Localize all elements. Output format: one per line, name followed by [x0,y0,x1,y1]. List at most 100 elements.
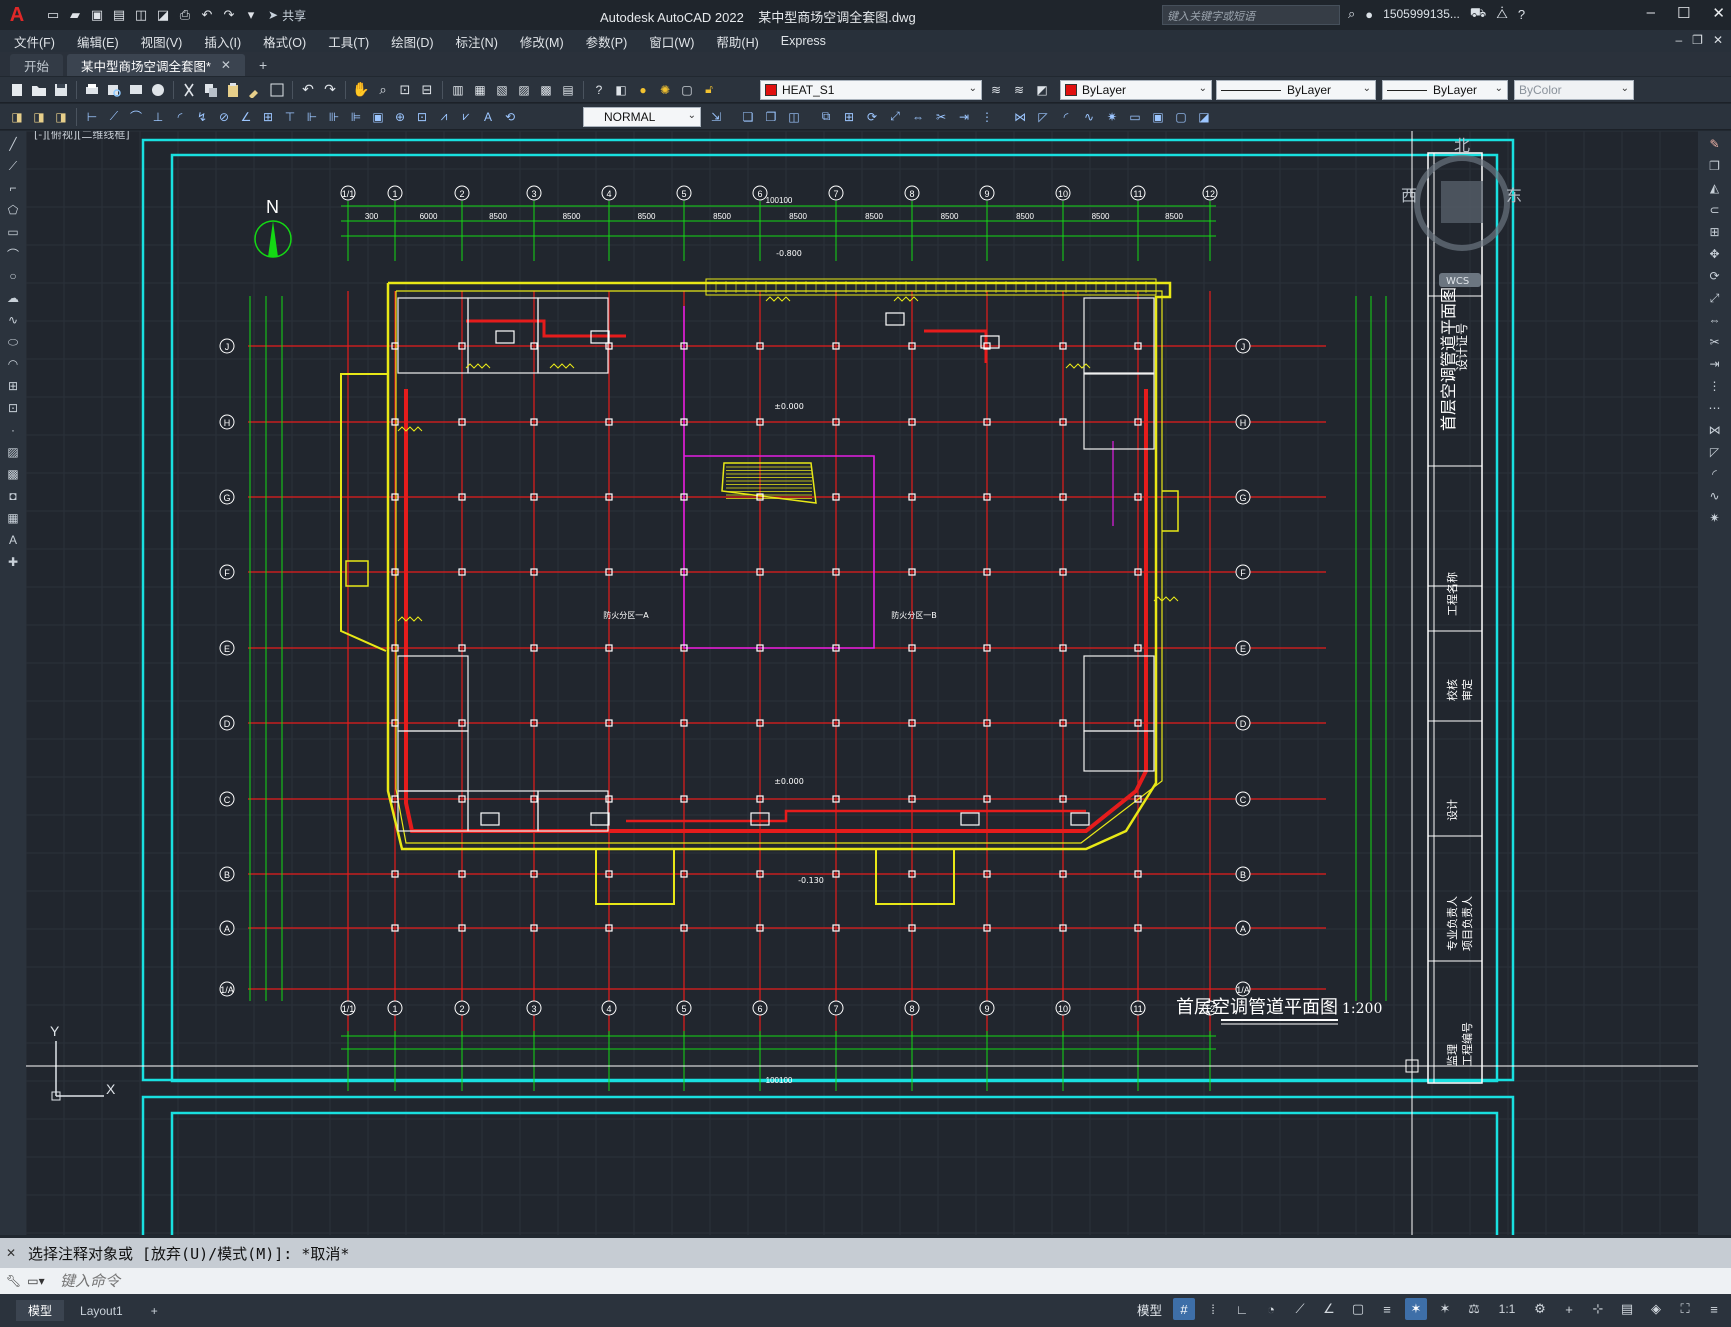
doc-close-button[interactable]: ✕ [1713,33,1723,47]
move-icon[interactable]: ❏ [739,108,757,126]
offset-icon[interactable]: ⧉ [817,108,835,126]
zoom-window-icon[interactable]: ⊡ [396,81,414,99]
make-current-layer-icon[interactable]: ≋ [987,81,1005,99]
mirror-side-icon[interactable]: ◭ [1706,179,1724,197]
menu-view[interactable]: 视图(V) [141,32,183,51]
diameter-dimension-icon[interactable]: ⊘ [215,108,233,126]
menu-parametric[interactable]: 参数(P) [586,32,628,51]
pan-icon[interactable]: ✋ [352,81,370,99]
search-icon[interactable]: ⌕ [1348,6,1355,22]
blend-icon[interactable]: ∿ [1080,108,1098,126]
tool-palettes-icon[interactable]: ▧ [493,81,511,99]
extend-icon[interactable]: ⇥ [955,108,973,126]
circle-icon[interactable]: ○ [4,267,22,285]
calculator-icon[interactable]: ▤ [559,81,577,99]
offset-side-icon[interactable]: ⊂ [1706,201,1724,219]
share-button[interactable]: ➤ 共享 [268,7,306,24]
revision-cloud-icon[interactable]: ☁ [4,289,22,307]
doc-minimize-button[interactable]: – [1675,33,1682,47]
jogged-linear-icon[interactable]: ⩘ [435,108,453,126]
menu-edit[interactable]: 编辑(E) [77,32,119,51]
help-toolbar-icon[interactable]: ? [590,81,608,99]
workspace-gear-icon[interactable]: ⚙ [1529,1298,1551,1320]
layer-states-manager-icon[interactable]: ◨ [8,108,26,126]
continue-dimension-icon[interactable]: ⊩ [303,108,321,126]
mirror-icon[interactable]: ◫ [785,108,803,126]
move-side-icon[interactable]: ✥ [1706,245,1724,263]
save-as-icon[interactable]: ▤ [110,6,128,24]
maximize-button[interactable]: ☐ [1677,4,1690,22]
save-drawing-icon[interactable] [52,81,70,99]
dimension-space-icon[interactable]: ⊪ [325,108,343,126]
customize-qat-icon[interactable]: ▾ [242,6,260,24]
linear-dimension-icon[interactable]: ⊢ [83,108,101,126]
dimension-update-icon[interactable]: ⟲ [501,108,519,126]
tab-model[interactable]: 模型 [16,1300,65,1321]
break-icon[interactable]: ⋮ [978,108,996,126]
rotate-side-icon[interactable]: ⟳ [1706,267,1724,285]
cart-icon[interactable]: ⛟ [1470,5,1486,23]
text-edit-icon[interactable]: ◪ [1195,108,1213,126]
isodraft-icon[interactable]: ⟋ [1289,1298,1311,1320]
layer-isolate-icon[interactable]: ◨ [52,108,70,126]
explode-side-icon[interactable]: ✷ [1706,509,1724,527]
close-tab-icon[interactable]: ✕ [221,58,231,72]
model-space-button[interactable]: 模型 [1137,1300,1162,1319]
zoom-previous-icon[interactable]: ⊟ [418,81,436,99]
array-side-icon[interactable]: ⊞ [1706,223,1724,241]
line-icon[interactable]: ╱ [4,135,22,153]
layer-states-icon[interactable]: ◩ [1033,81,1051,99]
user-name[interactable]: 1505999135... [1383,7,1460,21]
3d-print-icon[interactable] [149,81,167,99]
layer-on-icon[interactable]: ● [634,81,652,99]
plot-toolbar-icon[interactable] [83,81,101,99]
extend-side-icon[interactable]: ⇥ [1706,355,1724,373]
doc-restore-button[interactable]: ❐ [1692,33,1703,47]
redo-toolbar-icon[interactable]: ↷ [321,81,339,99]
color-dropdown[interactable]: ByLayer ⌄ [1060,80,1212,100]
drawing-area[interactable]: 首层空调管道平面图 设计证号 专业负责人 审定 校核 设计 工程名称 项目负责人… [26,131,1698,1235]
scale-icon[interactable]: ⤢ [886,108,904,126]
layer-viewport-icon[interactable]: ▢ [678,81,696,99]
polygon-icon[interactable]: ⬠ [4,201,22,219]
multiline-text-icon[interactable]: A [4,531,22,549]
dimstyle-dropdown[interactable]: NORMAL ⌄ [583,107,701,127]
new-drawing-icon[interactable] [8,81,26,99]
viewcube-east-label[interactable]: 东 [1506,186,1522,205]
customize-icon[interactable]: 🔧︎ [6,1274,21,1288]
plot-icon[interactable]: ⎙ [176,6,194,24]
new-icon[interactable]: ▭ [44,6,62,24]
explode-icon[interactable]: ✷ [1103,108,1121,126]
tab-layout1[interactable]: Layout1 [68,1302,135,1320]
trim-icon[interactable]: ✂ [932,108,950,126]
menu-draw[interactable]: 绘图(D) [391,32,433,51]
help-search-input[interactable]: 键入关键字或短语 [1162,5,1340,25]
plot-preview-icon[interactable] [105,81,123,99]
menu-insert[interactable]: 插入(I) [204,32,241,51]
join-icon[interactable]: ⋈ [1011,108,1029,126]
paste-icon[interactable] [224,81,242,99]
new-tab-button[interactable]: + [249,54,277,76]
match-properties-icon[interactable] [246,81,264,99]
cut-icon[interactable] [180,81,198,99]
copy-object-icon[interactable]: ❐ [762,108,780,126]
polar-icon[interactable]: ◔ [1260,1298,1282,1320]
object-snap-tracking-icon[interactable]: ∠ [1318,1298,1340,1320]
polyline-icon[interactable]: ⌐ [4,179,22,197]
center-mark-icon[interactable]: ⊕ [391,108,409,126]
join-side-icon[interactable]: ⋈ [1706,421,1724,439]
close-button[interactable]: ✕ [1712,4,1725,22]
layer-lock-icon[interactable]: 🔓︎ [700,81,718,99]
aligned-dimension-icon[interactable]: ⟋ [105,108,123,126]
annotation-scale-icon[interactable]: ⚖ [1463,1298,1485,1320]
help-icon[interactable]: ? [1518,7,1525,22]
dimension-edit-icon[interactable]: ⩗ [457,108,475,126]
arc-length-icon[interactable]: ⌒ [127,108,145,126]
copy-side-icon[interactable]: ❐ [1706,157,1724,175]
ellipse-arc-icon[interactable]: ◠ [4,355,22,373]
open-icon[interactable]: ▰ [66,6,84,24]
drawing-svg[interactable]: 首层空调管道平面图 设计证号 专业负责人 审定 校核 设计 工程名称 项目负责人… [26,131,1698,1235]
open-web-icon[interactable]: ◫ [132,6,150,24]
chamfer-icon[interactable]: ◸ [1034,108,1052,126]
menu-window[interactable]: 窗口(W) [649,32,694,51]
